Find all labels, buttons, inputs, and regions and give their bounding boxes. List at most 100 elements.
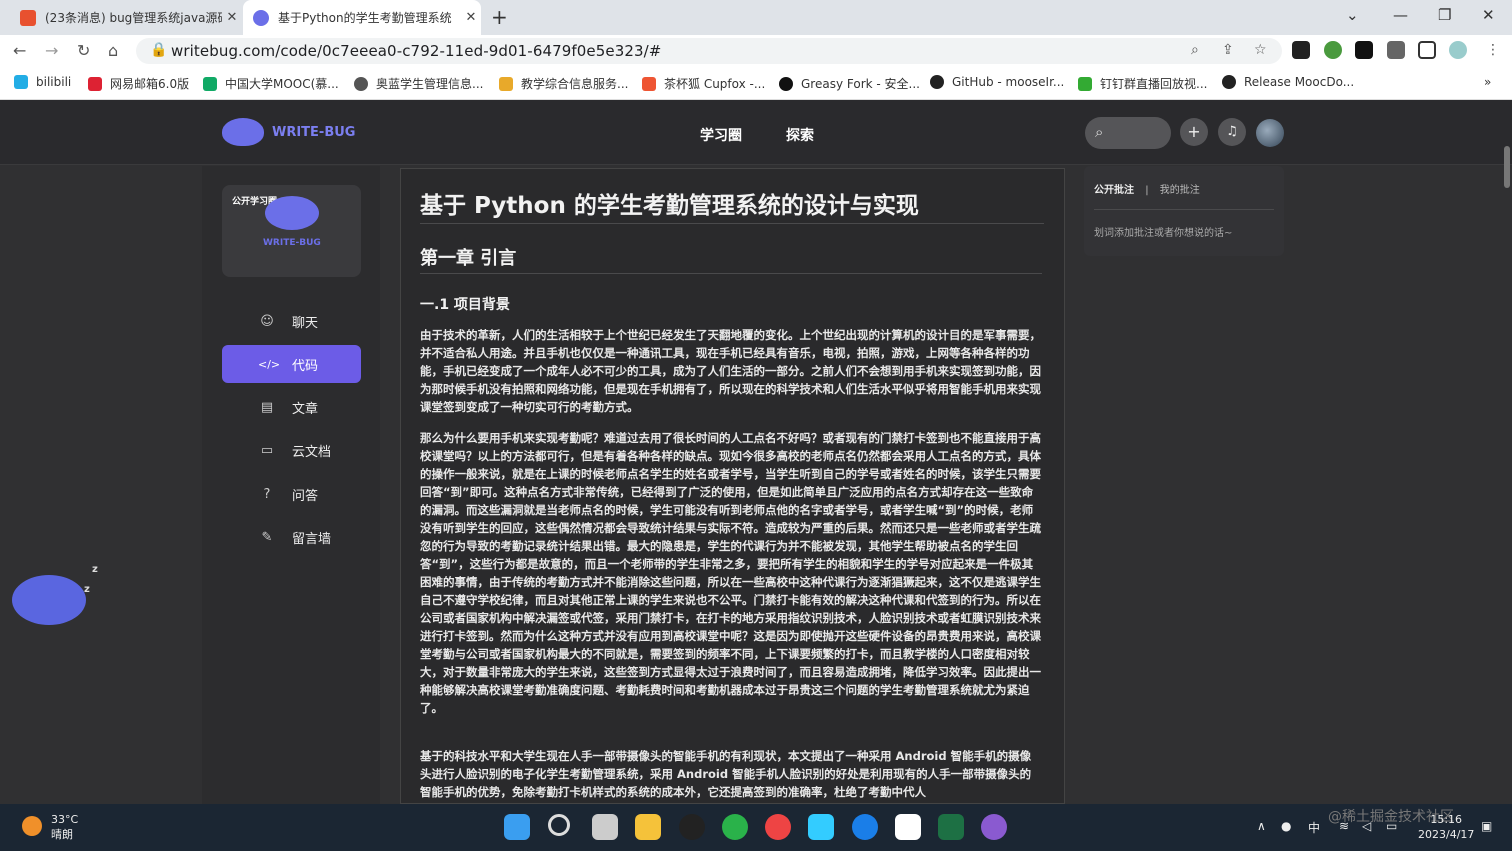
writebug-icon xyxy=(253,9,269,26)
windows-start-icon[interactable] xyxy=(504,814,530,840)
notification-bell-icon[interactable]: ♫ xyxy=(1218,118,1246,146)
ime-indicator[interactable]: 中 xyxy=(1308,819,1320,836)
star-icon[interactable]: ☆ xyxy=(1254,42,1267,58)
app-colorful-icon[interactable] xyxy=(808,814,834,840)
create-button[interactable]: + xyxy=(1180,118,1208,146)
chrome-icon[interactable] xyxy=(765,814,791,840)
sidebar-item-message-wall[interactable]: ✎ 留言墙 xyxy=(222,518,361,556)
search-input[interactable]: ⌕ xyxy=(1085,117,1171,149)
system-clock[interactable]: 15:16 2023/4/17 xyxy=(1418,812,1474,842)
window-close-icon[interactable]: ✕ xyxy=(1482,6,1495,24)
maximize-icon[interactable]: ❐ xyxy=(1438,6,1451,24)
typora-icon[interactable] xyxy=(895,814,921,840)
extensions-puzzle-icon[interactable] xyxy=(1387,41,1405,59)
github-icon xyxy=(930,75,944,89)
bookmark-cupfox[interactable]: 茶杯狐 Cupfox -... xyxy=(642,75,765,92)
tab-public-annotations[interactable]: 公开批注 xyxy=(1094,185,1134,196)
bookmark-mooc[interactable]: 中国大学MOOC(慕... xyxy=(203,75,339,92)
sleeping-mascot-icon[interactable] xyxy=(12,575,86,625)
sun-weather-icon[interactable] xyxy=(22,816,42,836)
sidebar-item-article[interactable]: ▤ 文章 xyxy=(222,388,361,426)
sidebar-item-label: 留言墙 xyxy=(292,531,332,547)
card-logo-text: WRITE-BUG xyxy=(263,238,321,248)
logo-text[interactable]: WRITE-BUG xyxy=(272,125,355,140)
extension-ghost-icon[interactable] xyxy=(1355,41,1373,59)
bookmark-label: Release MoocDo... xyxy=(1244,75,1355,89)
bookmark-bilibili[interactable]: bilibili xyxy=(14,75,71,89)
bookmark-aolan[interactable]: 奥蓝学生管理信息... xyxy=(354,75,483,92)
bookmark-jwxt[interactable]: 教学综合信息服务... xyxy=(499,75,628,92)
tab-search-icon[interactable]: ⌄ xyxy=(1346,6,1359,24)
search-icon: ⌕ xyxy=(1095,123,1104,141)
user-avatar[interactable] xyxy=(1256,119,1284,147)
bookmark-greasyfork[interactable]: Greasy Fork - 安全... xyxy=(779,75,920,92)
temperature: 33°C xyxy=(51,813,79,826)
chat-icon: ☺ xyxy=(260,313,274,329)
extension-globe-icon[interactable] xyxy=(1324,41,1342,59)
globe-icon xyxy=(354,76,368,91)
bookmarks-more-button[interactable]: » xyxy=(1484,75,1491,89)
sidebar-item-code[interactable]: </> 代码 xyxy=(222,345,361,383)
divider xyxy=(1094,209,1274,210)
browser-tab-csdn[interactable]: (23条消息) bug管理系统java源码 ✕ xyxy=(10,0,242,35)
wechat-icon[interactable] xyxy=(722,814,748,840)
annotation-tabs: 公开批注 | 我的批注 xyxy=(1094,181,1200,196)
article-paragraph: 那么为什么要用手机来实现考勤呢？难道过去用了很长时间的人工点名不好吗？或者现有的… xyxy=(420,431,1041,715)
bookmark-moocdownloader[interactable]: Release MoocDo... xyxy=(1222,75,1354,89)
menu-kebab-icon[interactable]: ⋮ xyxy=(1486,42,1500,58)
annotation-hint: 划词添加批注或者你想说的话~ xyxy=(1094,228,1233,239)
bookmark-dingtalk[interactable]: 钉钉群直播回放视... xyxy=(1078,75,1207,92)
nav-explore[interactable]: 探索 xyxy=(786,125,814,145)
back-icon[interactable]: ← xyxy=(13,41,26,60)
new-tab-button[interactable]: + xyxy=(491,5,508,29)
forward-icon[interactable]: → xyxy=(45,41,58,60)
mooc-icon xyxy=(203,76,217,91)
chapter-heading: 第一章 引言 xyxy=(420,248,517,269)
school-icon xyxy=(499,76,513,91)
sidebar-item-label: 文章 xyxy=(292,401,319,417)
search-taskbar-icon[interactable] xyxy=(548,814,570,836)
csdn-icon xyxy=(20,9,36,26)
article-icon: ▤ xyxy=(260,399,274,415)
bookmark-github[interactable]: GitHub - mooseIr... xyxy=(930,75,1064,89)
share-icon[interactable]: ⇪ xyxy=(1222,42,1234,58)
nav-study-circle[interactable]: 学习圈 xyxy=(700,125,742,145)
task-view-icon[interactable] xyxy=(592,814,618,840)
divider xyxy=(420,223,1044,224)
bookmark-163mail[interactable]: 网易邮箱6.0版 xyxy=(88,75,189,92)
sidebar-item-chat[interactable]: ☺ 聊天 xyxy=(222,302,361,340)
lock-icon[interactable]: 🔒 xyxy=(150,42,167,58)
profile-avatar-icon[interactable] xyxy=(1449,41,1467,59)
sidepanel-icon[interactable] xyxy=(1418,41,1436,59)
netease-icon xyxy=(88,76,102,91)
url-text[interactable]: writebug.com/code/0c7eeea0-c792-11ed-9d0… xyxy=(171,42,661,60)
writebug-logo-icon[interactable] xyxy=(222,118,264,146)
close-icon[interactable]: ✕ xyxy=(222,10,242,25)
sidebar-item-label: 问答 xyxy=(292,488,319,504)
extension-play-icon[interactable] xyxy=(1292,41,1310,59)
notification-center-icon[interactable]: ▣ xyxy=(1481,819,1492,833)
app-purple-icon[interactable] xyxy=(981,814,1007,840)
close-icon[interactable]: ✕ xyxy=(461,10,481,25)
minimize-icon[interactable]: — xyxy=(1393,6,1408,24)
tab-my-annotations[interactable]: 我的批注 xyxy=(1160,185,1200,196)
tray-chevron-icon[interactable]: ∧ xyxy=(1257,819,1266,833)
bookmark-label: 钉钉群直播回放视... xyxy=(1100,77,1208,91)
article-paragraph: 基于的科技水平和大学生现在人手一部带摄像头的智能手机的有利现状，本文提出了一种采… xyxy=(420,749,1032,799)
sidebar-item-qa[interactable]: ? 问答 xyxy=(222,475,361,513)
home-icon[interactable]: ⌂ xyxy=(108,41,118,60)
sleep-z-icon: z xyxy=(92,564,98,575)
bookmark-label: bilibili xyxy=(36,75,72,89)
zoom-icon[interactable]: ⌕ xyxy=(1191,42,1199,58)
qq-icon[interactable] xyxy=(679,814,705,840)
reload-icon[interactable]: ↻ xyxy=(77,41,90,60)
weather-widget[interactable]: 33°C 晴朗 xyxy=(51,812,78,842)
excel-icon[interactable] xyxy=(938,814,964,840)
tray-qq-icon[interactable]: ● xyxy=(1281,819,1291,833)
file-explorer-icon[interactable] xyxy=(635,814,661,840)
sidebar-item-label: 聊天 xyxy=(292,315,319,331)
app-k-icon[interactable] xyxy=(852,814,878,840)
sidebar-item-cloud-docs[interactable]: ▭ 云文档 xyxy=(222,431,361,469)
browser-tab-writebug[interactable]: 基于Python的学生考勤管理系统 ✕ xyxy=(243,0,481,35)
page-scrollbar[interactable] xyxy=(1504,146,1510,188)
